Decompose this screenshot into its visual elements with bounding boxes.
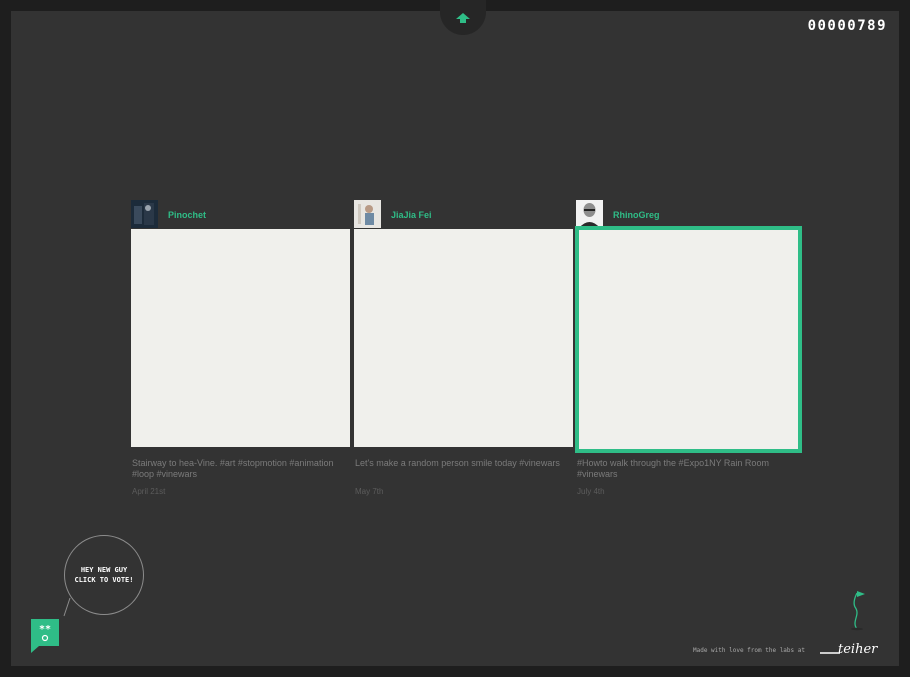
chevron-up-icon — [456, 13, 470, 23]
caption: #Howto walk through the #Expo1NY Rain Ro… — [577, 458, 769, 479]
vine-video[interactable] — [354, 229, 573, 447]
plant-flag-icon — [851, 591, 865, 631]
vine-video[interactable] — [131, 229, 350, 447]
caption: Let's make a random person smile today #… — [355, 458, 560, 468]
vote-counter: 00000789 — [807, 18, 887, 34]
caption: Stairway to hea-Vine. #art #stopmotion #… — [132, 458, 334, 479]
username[interactable]: RhinoGreg — [613, 210, 660, 220]
avatar[interactable] — [131, 200, 158, 228]
mascot-vote-button[interactable]: ** — [31, 619, 59, 646]
post-date: July 4th — [577, 487, 605, 496]
svg-text:teiher: teiher — [838, 642, 878, 657]
bubble-tail — [63, 598, 71, 617]
username[interactable]: JiaJia Fei — [391, 210, 432, 220]
vote-prompt-line1: HEY NEW GUY — [80, 566, 128, 574]
teiher-logo[interactable]: teiher — [818, 640, 888, 658]
post-date: May 7th — [355, 487, 384, 496]
vote-prompt-line2: CLICK TO VOTE! — [74, 576, 134, 584]
vine-video[interactable] — [575, 226, 802, 453]
post-date: April 21st — [132, 487, 166, 496]
avatar[interactable] — [576, 200, 603, 228]
made-with-text: Made with love from the labs at — [693, 647, 805, 654]
mascot-tail — [31, 646, 39, 653]
username[interactable]: Pinochet — [168, 210, 206, 220]
vote-prompt-bubble[interactable]: HEY NEW GUY CLICK TO VOTE! — [64, 535, 144, 615]
mascot-face-icon: ** — [39, 624, 51, 642]
svg-text:**: ** — [39, 624, 51, 635]
avatar[interactable] — [354, 200, 381, 228]
